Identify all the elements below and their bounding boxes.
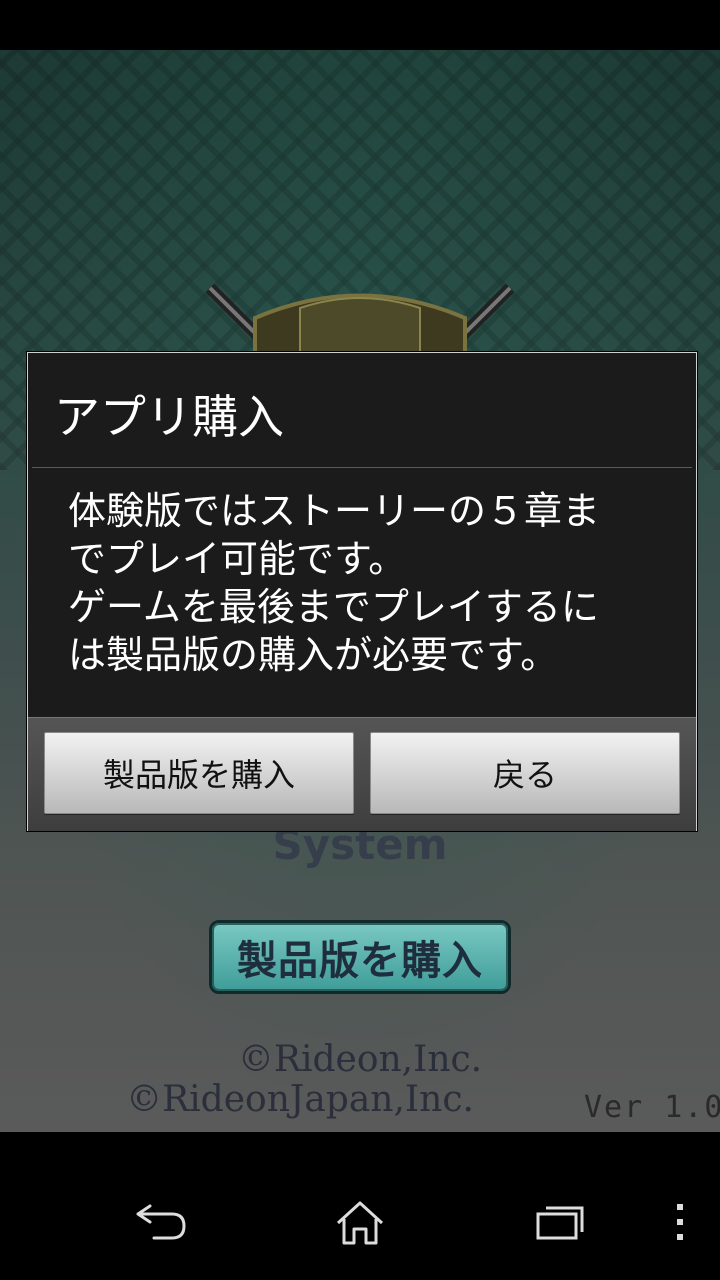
- buy-full-version-button[interactable]: 製品版を購入: [44, 732, 354, 814]
- dialog-button-bar: 製品版を購入 戻る: [28, 717, 696, 831]
- background-buy-button: 製品版を購入: [209, 920, 511, 994]
- status-bar: [0, 0, 720, 50]
- nav-menu-button[interactable]: [640, 1192, 720, 1252]
- copyright-line-1: ©Rideon,Inc.: [237, 1039, 483, 1080]
- nav-recent-apps-button[interactable]: [520, 1192, 600, 1252]
- nav-home-button[interactable]: [320, 1192, 400, 1252]
- back-button[interactable]: 戻る: [370, 732, 680, 814]
- version-label: Ver 1.0: [584, 1090, 720, 1125]
- dialog-message-line: でプレイ可能です。: [68, 537, 407, 581]
- dialog-message-line: 体験版ではストーリーの５章ま: [68, 489, 601, 533]
- menu-icon: [677, 1204, 683, 1240]
- dialog-divider: [32, 467, 692, 468]
- dialog-title: アプリ購入: [54, 390, 284, 444]
- nav-back-button[interactable]: [120, 1192, 200, 1252]
- dialog-message: 体験版ではストーリーの５章ま でプレイ可能です。 ゲームを最後までプレイするに …: [68, 487, 658, 679]
- dialog-message-line: ゲームを最後までプレイするに: [68, 585, 599, 629]
- home-icon: [336, 1201, 384, 1245]
- navigation-bar: [0, 1132, 720, 1280]
- purchase-dialog: アプリ購入 体験版ではストーリーの５章ま でプレイ可能です。 ゲームを最後までプ…: [27, 352, 697, 831]
- dialog-message-line: は製品版の購入が必要です。: [68, 633, 559, 677]
- recent-apps-icon: [536, 1206, 584, 1240]
- back-icon: [136, 1204, 186, 1240]
